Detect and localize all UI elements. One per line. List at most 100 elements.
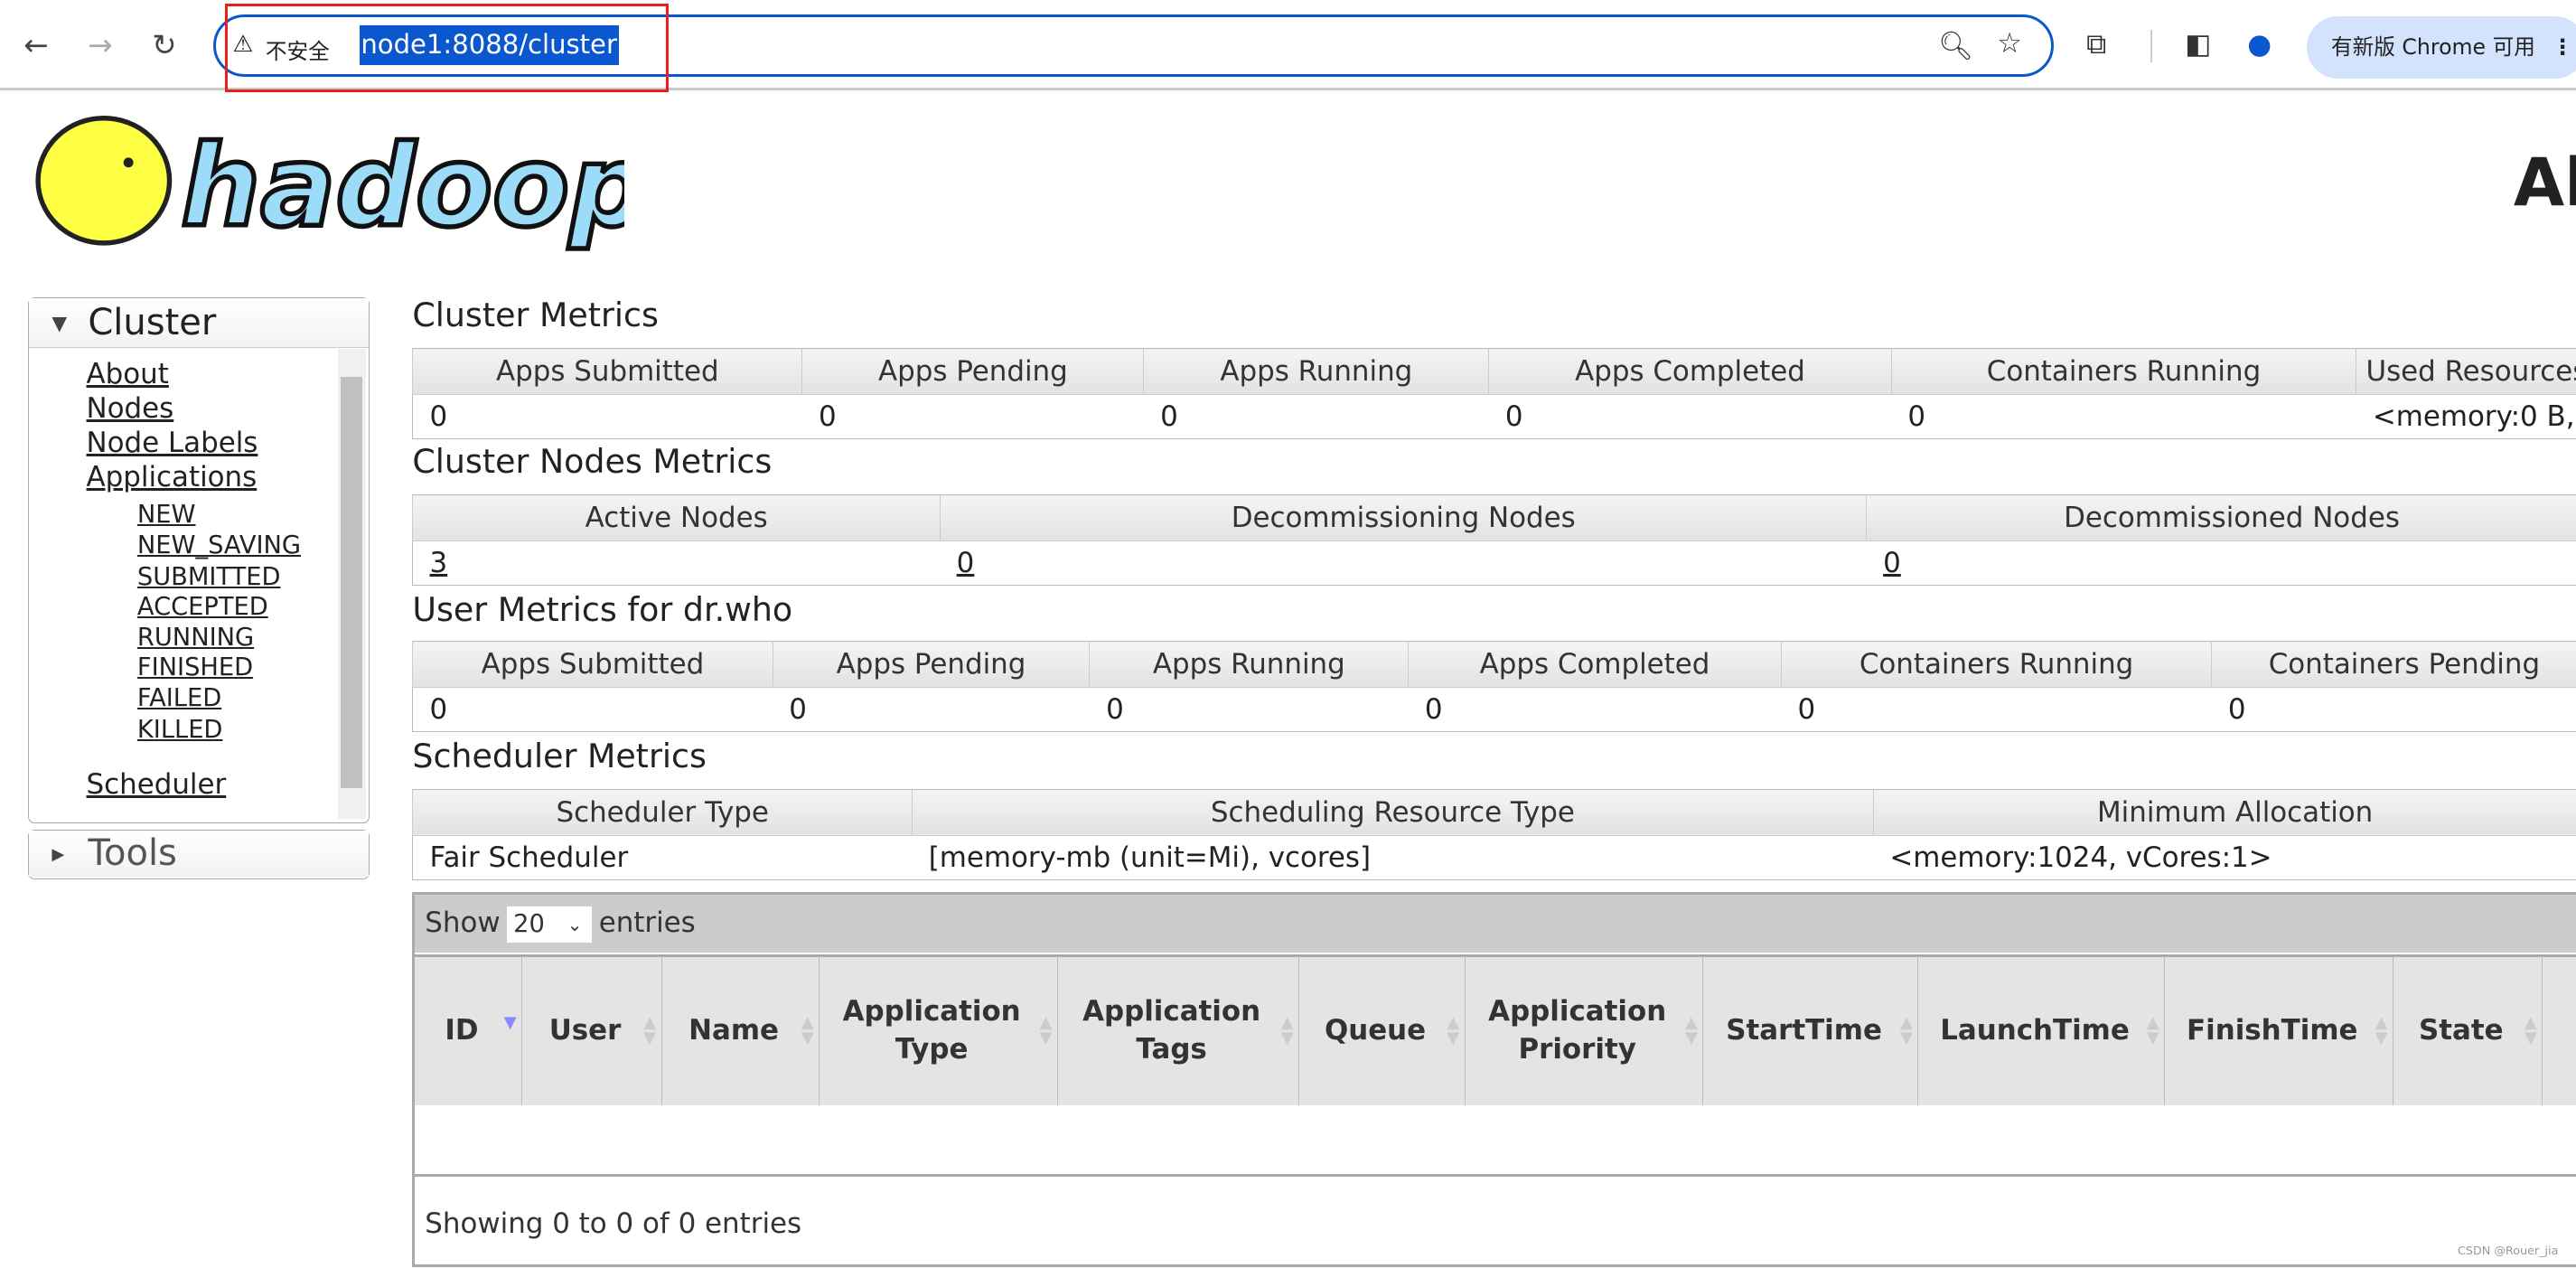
col-finish-time[interactable]: FinishTime ▲ ▼ xyxy=(2164,955,2393,1105)
col-queue[interactable]: Queue ▲ ▼ xyxy=(1298,955,1466,1105)
col-label: ID xyxy=(445,1013,479,1047)
sort-icon: ▲ ▼ xyxy=(1900,1013,1913,1047)
sort-icon: ▲ ▼ xyxy=(1280,1013,1294,1047)
nav-state-submitted[interactable]: SUBMITTED xyxy=(137,563,281,591)
active-nodes-link[interactable]: 3 xyxy=(430,547,448,579)
col-header: Containers Running xyxy=(1780,641,2212,688)
annotation-highlight xyxy=(225,3,669,92)
nav-state-finished[interactable]: FINISHED xyxy=(137,653,253,681)
sort-desc-icon: ▼ xyxy=(503,1013,517,1033)
col-header: Apps Submitted xyxy=(412,641,773,688)
decommissioning-nodes-link[interactable]: 0 xyxy=(957,547,975,579)
cell: 0 xyxy=(412,394,802,439)
extensions-icon[interactable]: ⧉ xyxy=(2086,28,2106,61)
col-user[interactable]: User ▲ ▼ xyxy=(521,955,662,1105)
nodes-metrics-table: Active Nodes Decommissioning Nodes Decommi… xyxy=(412,494,2576,587)
scrollbar-thumb[interactable] xyxy=(341,377,362,788)
col-header: Containers Pending xyxy=(2211,641,2576,688)
cluster-label: Cluster xyxy=(88,302,217,344)
col-application-tags[interactable]: Application Tags ▲ ▼ xyxy=(1057,955,1300,1105)
update-chrome-button[interactable]: 有新版 Chrome 可用 ⋮ xyxy=(2306,16,2576,80)
cell: 0 xyxy=(1143,394,1489,439)
col-header: Scheduler Type xyxy=(412,789,913,836)
nav-state-new-saving[interactable]: NEW_SAVING xyxy=(137,531,301,559)
sort-icon: ▲ ▼ xyxy=(801,1013,814,1047)
col-header: Apps Completed xyxy=(1408,641,1782,688)
sort-icon: ▲ ▼ xyxy=(2146,1013,2159,1047)
page-size-value: 20 xyxy=(513,909,545,938)
browser-window: ← → ↻ ⚠ 不安全 node1:8088/cluster 🔍︎ ☆ ⧉ ◧ … xyxy=(0,0,2576,1268)
col-label: FinishTime xyxy=(2187,1013,2358,1047)
show-label: Show xyxy=(425,906,501,940)
nav-scheduler[interactable]: Scheduler xyxy=(87,768,227,801)
nav-node-labels[interactable]: Node Labels xyxy=(87,427,258,459)
nav-state-running[interactable]: RUNNING xyxy=(137,624,254,652)
col-header: Apps Running xyxy=(1143,348,1489,395)
cluster-nav-panel: ▼ Cluster About Nodes Node Labels Applica… xyxy=(27,297,370,823)
table-info: Showing 0 to 0 of 0 entries xyxy=(425,1207,802,1240)
cluster-metrics-title: Cluster Metrics xyxy=(412,296,659,335)
col-header: Minimum Allocation xyxy=(1872,789,2576,836)
nav-state-failed[interactable]: FAILED xyxy=(137,684,221,712)
cell: 0 xyxy=(1408,687,1782,732)
nav-state-killed[interactable]: KILLED xyxy=(137,716,223,744)
side-panel-icon[interactable]: ◧ xyxy=(2185,28,2211,61)
page-size-select[interactable]: 20 ⌄ xyxy=(506,906,593,943)
svg-text:hadoop: hadoop xyxy=(181,122,624,252)
cell: 0 xyxy=(1891,394,2356,439)
tools-nav-header[interactable]: ▶ Tools xyxy=(28,831,370,878)
back-icon[interactable]: ← xyxy=(16,28,56,62)
cell: <memory:1024, vCores:1> xyxy=(1873,834,2576,880)
sidebar-scrollbar[interactable] xyxy=(337,349,366,820)
scheduler-metrics-title: Scheduler Metrics xyxy=(412,736,707,775)
col-header: Decommissioned Nodes xyxy=(1866,494,2576,541)
zoom-icon[interactable]: 🔍︎ xyxy=(1938,29,1973,62)
cell: <memory:0 B, vCores:0> xyxy=(2356,394,2576,439)
star-icon[interactable]: ☆ xyxy=(1997,27,2022,60)
col-label: State xyxy=(2419,1013,2504,1047)
nav-state-new[interactable]: NEW xyxy=(137,501,196,529)
col-label: StartTime xyxy=(1726,1013,1882,1047)
col-label: Application Priority xyxy=(1488,994,1667,1066)
nav-state-accepted[interactable]: ACCEPTED xyxy=(137,593,268,621)
nodes-metrics-title: Cluster Nodes Metrics xyxy=(412,442,773,482)
nav-applications[interactable]: Applications xyxy=(87,461,258,493)
menu-icon[interactable]: ⋮ xyxy=(2552,34,2573,60)
cluster-nav-header[interactable]: ▼ Cluster xyxy=(28,298,370,348)
col-label: Queue xyxy=(1324,1013,1427,1047)
col-state[interactable]: State ▲ ▼ xyxy=(2393,955,2543,1105)
cell: 0 xyxy=(2211,687,2576,732)
col-header: Containers Running xyxy=(1890,348,2356,395)
col-label: Application Type xyxy=(842,994,1021,1066)
reload-icon[interactable]: ↻ xyxy=(145,28,184,62)
col-launch-time[interactable]: LaunchTime ▲ ▼ xyxy=(1917,955,2166,1105)
sort-icon: ▲ ▼ xyxy=(1684,1013,1698,1047)
col-id[interactable]: ID ▼ xyxy=(415,955,523,1105)
tools-nav-panel[interactable]: ▶ Tools xyxy=(27,830,370,879)
user-metrics-table: Apps Submitted Apps Pending Apps Running Ap… xyxy=(412,641,2576,733)
user-metrics-title: User Metrics for dr.who xyxy=(412,589,793,629)
forward-icon[interactable]: → xyxy=(80,28,120,62)
col-application-type[interactable]: Application Type ▲ ▼ xyxy=(819,955,1058,1105)
col-start-time[interactable]: StartTime ▲ ▼ xyxy=(1702,955,1919,1105)
caret-down-icon: ▼ xyxy=(52,312,68,335)
nav-nodes[interactable]: Nodes xyxy=(87,392,174,425)
col-name[interactable]: Name ▲ ▼ xyxy=(661,955,820,1105)
cell: 0 xyxy=(412,687,773,732)
col-header: Apps Pending xyxy=(801,348,1144,395)
divider xyxy=(2150,29,2152,63)
cell: 0 xyxy=(1488,394,1892,439)
col-application-priority[interactable]: Application Priority ▲ ▼ xyxy=(1465,955,1704,1105)
watermark: CSDN @Rouer_jia xyxy=(2458,1244,2559,1258)
scheduler-metrics-table: Scheduler Type Scheduling Resource Type Mi… xyxy=(412,788,2576,880)
col-more[interactable] xyxy=(2542,955,2576,1105)
col-header: Apps Completed xyxy=(1488,348,1892,395)
cell: 0 xyxy=(1089,687,1409,732)
chevron-down-icon: ⌄ xyxy=(567,913,583,935)
nav-about[interactable]: About xyxy=(87,358,169,390)
profile-icon[interactable]: ● xyxy=(2247,28,2272,61)
col-header: Active Nodes xyxy=(412,494,941,541)
entries-label: entries xyxy=(598,906,696,940)
decommissioned-nodes-link[interactable]: 0 xyxy=(1883,547,1901,579)
page-length-control: Show 20 ⌄ entries xyxy=(415,895,2576,953)
